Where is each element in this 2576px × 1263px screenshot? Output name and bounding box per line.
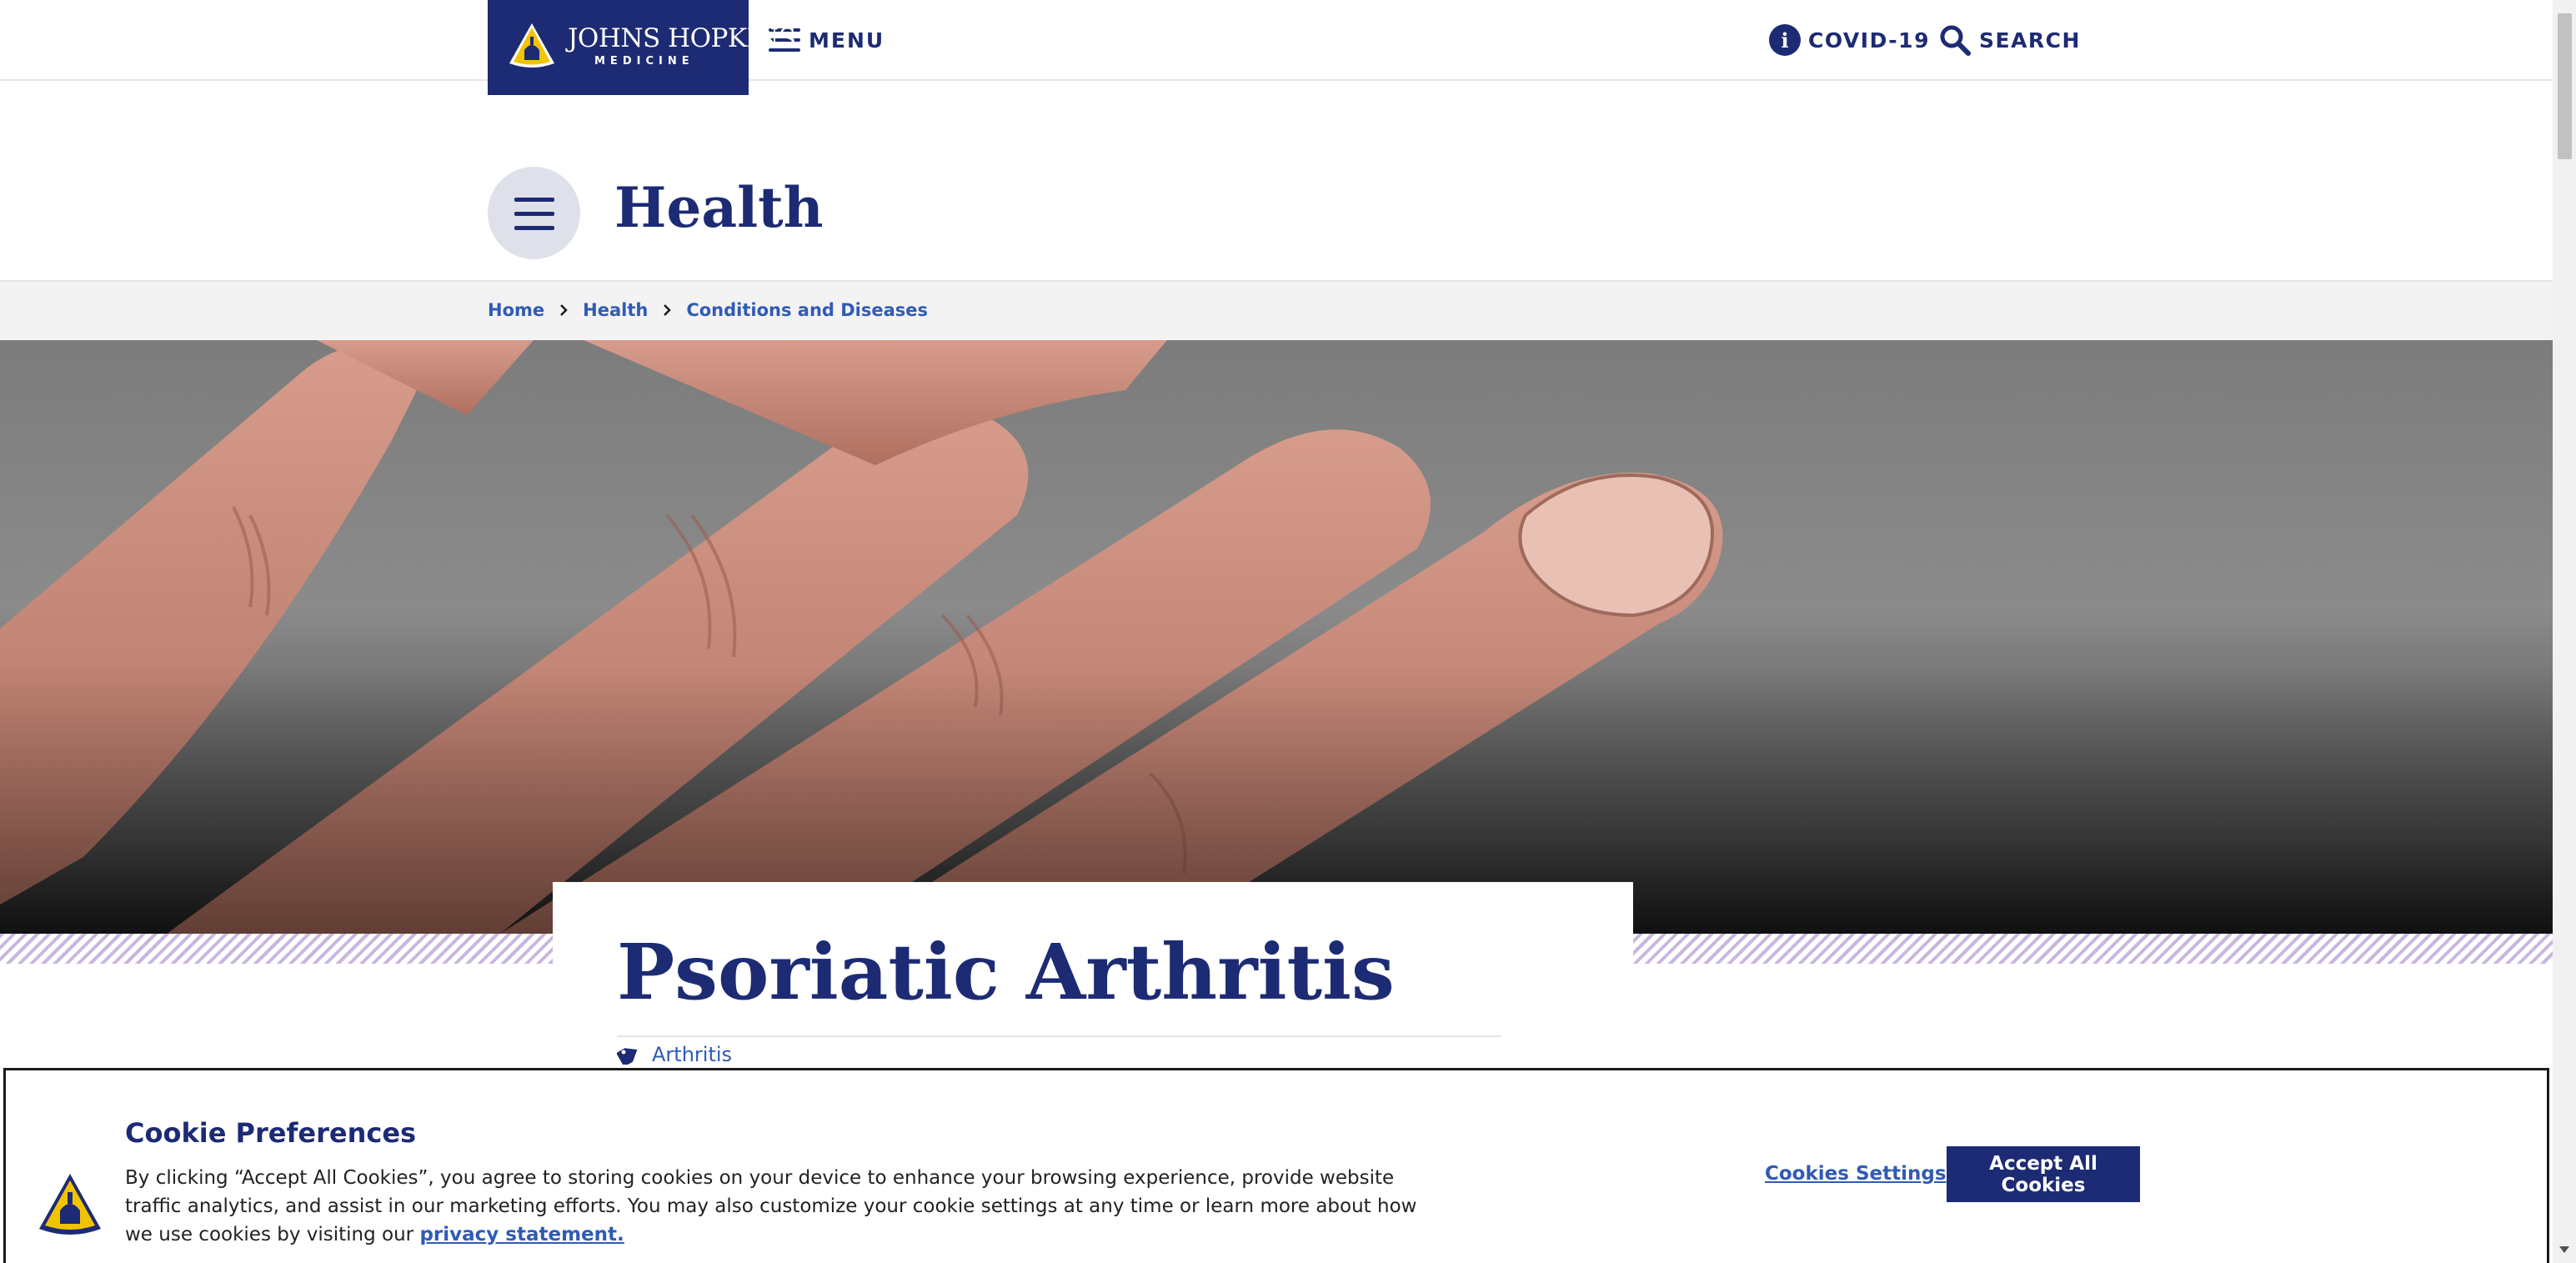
page: JOHNS HOPKINS MEDICINE MENU i COVID-19 S… [0, 0, 2553, 1263]
johns-hopkins-logo-link[interactable]: JOHNS HOPKINS MEDICINE [488, 0, 796, 95]
section-title: Health [614, 175, 824, 240]
hamburger-icon [514, 198, 554, 231]
shield-logo-icon [39, 1174, 101, 1235]
breadcrumb-home[interactable]: Home [488, 300, 544, 320]
cookie-banner-body: By clicking “Accept All Cookies”, you ag… [125, 1167, 1417, 1245]
logo-subtitle: MEDICINE [594, 55, 694, 68]
hero-image [0, 340, 2553, 934]
section-header: Health [0, 81, 2553, 282]
breadcrumb: Home Health Conditions and Diseases [0, 282, 2553, 340]
cookie-preferences-banner: Cookie Preferences By clicking “Accept A… [3, 1068, 2549, 1263]
search-icon [1940, 25, 1971, 56]
hand-photo-icon [0, 340, 2553, 934]
shield-logo-icon [509, 23, 554, 68]
menu-label: MENU [809, 28, 885, 53]
info-icon: i [1769, 24, 1801, 56]
article-title: Psoriatic Arthritis [617, 927, 1395, 1017]
accept-all-cookies-button[interactable]: Accept All Cookies [1947, 1146, 2140, 1202]
privacy-statement-link[interactable]: privacy statement. [419, 1224, 624, 1245]
search-label: SEARCH [1979, 28, 2081, 53]
scroll-down-arrow-icon[interactable] [2559, 1246, 2569, 1253]
cookie-banner-title: Cookie Preferences [125, 1117, 417, 1149]
topic-tag[interactable]: Arthritis [617, 1043, 732, 1066]
search-button[interactable]: SEARCH [1939, 22, 2081, 58]
breadcrumb-conditions-and-diseases[interactable]: Conditions and Diseases [686, 300, 928, 320]
covid-label: COVID-19 [1808, 28, 1930, 53]
chevron-right-icon [560, 304, 568, 316]
tag-icon [617, 1048, 638, 1065]
covid-19-link[interactable]: i COVID-19 [1769, 23, 1930, 57]
chevron-right-icon [664, 304, 672, 316]
scrollbar-thumb[interactable] [2558, 13, 2572, 159]
page-scrollbar[interactable] [2553, 0, 2576, 1263]
section-menu-button[interactable] [488, 167, 580, 259]
breadcrumb-health[interactable]: Health [583, 300, 648, 320]
top-navigation-bar: JOHNS HOPKINS MEDICINE MENU i COVID-19 S… [0, 0, 2553, 95]
cookies-settings-link[interactable]: Cookies Settings [1765, 1163, 1947, 1185]
tag-label: Arthritis [652, 1043, 733, 1066]
logo-wordmark: JOHNS HOPKINS [568, 23, 796, 53]
title-divider [617, 1035, 1501, 1037]
cookie-banner-text: By clicking “Accept All Cookies”, you ag… [125, 1164, 1426, 1249]
